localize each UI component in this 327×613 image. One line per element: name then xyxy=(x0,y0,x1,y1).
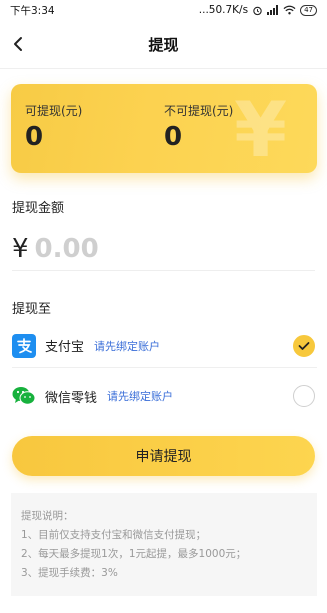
signal-icon xyxy=(267,5,279,15)
bind-account-link[interactable]: 请先绑定账户 xyxy=(94,338,160,354)
radio-checked[interactable] xyxy=(293,335,315,357)
alipay-icon xyxy=(12,333,36,358)
note-line: 2、每天最多提现1次，1元起提，最多1000元； xyxy=(21,548,247,560)
status-bar: 下午3:34 ...50.7K/s 47 xyxy=(0,0,327,20)
wifi-icon xyxy=(283,5,296,15)
withdraw-notes: 提现说明： 1、目前仅支持支付宝和微信支付提现； 2、每天最多提现1次，1元起提… xyxy=(11,493,317,596)
wechat-icon xyxy=(12,384,36,408)
back-button[interactable] xyxy=(6,30,30,58)
non-withdrawable-value: 0 xyxy=(164,122,183,152)
note-line: 提现说明： xyxy=(21,510,74,522)
method-alipay[interactable]: 支付宝 请先绑定账户 xyxy=(12,324,317,368)
check-icon xyxy=(298,342,310,350)
non-withdrawable-balance: 不可提现(元) 0 xyxy=(164,102,233,152)
radio-unchecked[interactable] xyxy=(293,385,315,407)
network-speed: ...50.7K/s xyxy=(198,4,249,16)
bind-account-link[interactable]: 请先绑定账户 xyxy=(107,388,173,404)
non-withdrawable-label: 不可提现(元) xyxy=(164,104,234,118)
withdrawable-label: 可提现(元) xyxy=(25,104,83,118)
nav-bar: 提现 xyxy=(0,20,327,68)
amount-section-title: 提现金额 xyxy=(12,201,65,216)
submit-withdraw-button[interactable]: 申请提现 xyxy=(12,436,315,476)
withdrawable-value: 0 xyxy=(25,122,44,152)
battery-indicator: 47 xyxy=(300,4,317,16)
amount-row: ¥ xyxy=(12,227,315,271)
method-name: 支付宝 xyxy=(45,340,85,355)
method-wechat[interactable]: 微信零钱 请先绑定账户 xyxy=(12,374,317,418)
status-indicators: ...50.7K/s 47 xyxy=(199,4,317,16)
method-name: 微信零钱 xyxy=(45,390,98,406)
method-section-title: 提现至 xyxy=(12,302,52,317)
nav-divider xyxy=(0,68,327,69)
note-line: 1、目前仅支持支付宝和微信支付提现； xyxy=(21,529,207,541)
alarm-icon xyxy=(252,5,263,16)
page-title: 提现 xyxy=(148,35,179,54)
yuan-watermark-icon: ¥ xyxy=(234,85,287,173)
currency-symbol: ¥ xyxy=(12,233,29,264)
withdrawable-balance: 可提现(元) 0 xyxy=(25,102,82,152)
amount-input[interactable] xyxy=(34,233,235,264)
status-time: 下午3:34 xyxy=(10,4,55,17)
balance-card: ¥ 可提现(元) 0 不可提现(元) 0 xyxy=(11,84,317,173)
chevron-left-icon xyxy=(14,37,22,51)
note-line: 3、提现手续费：3% xyxy=(21,567,118,579)
